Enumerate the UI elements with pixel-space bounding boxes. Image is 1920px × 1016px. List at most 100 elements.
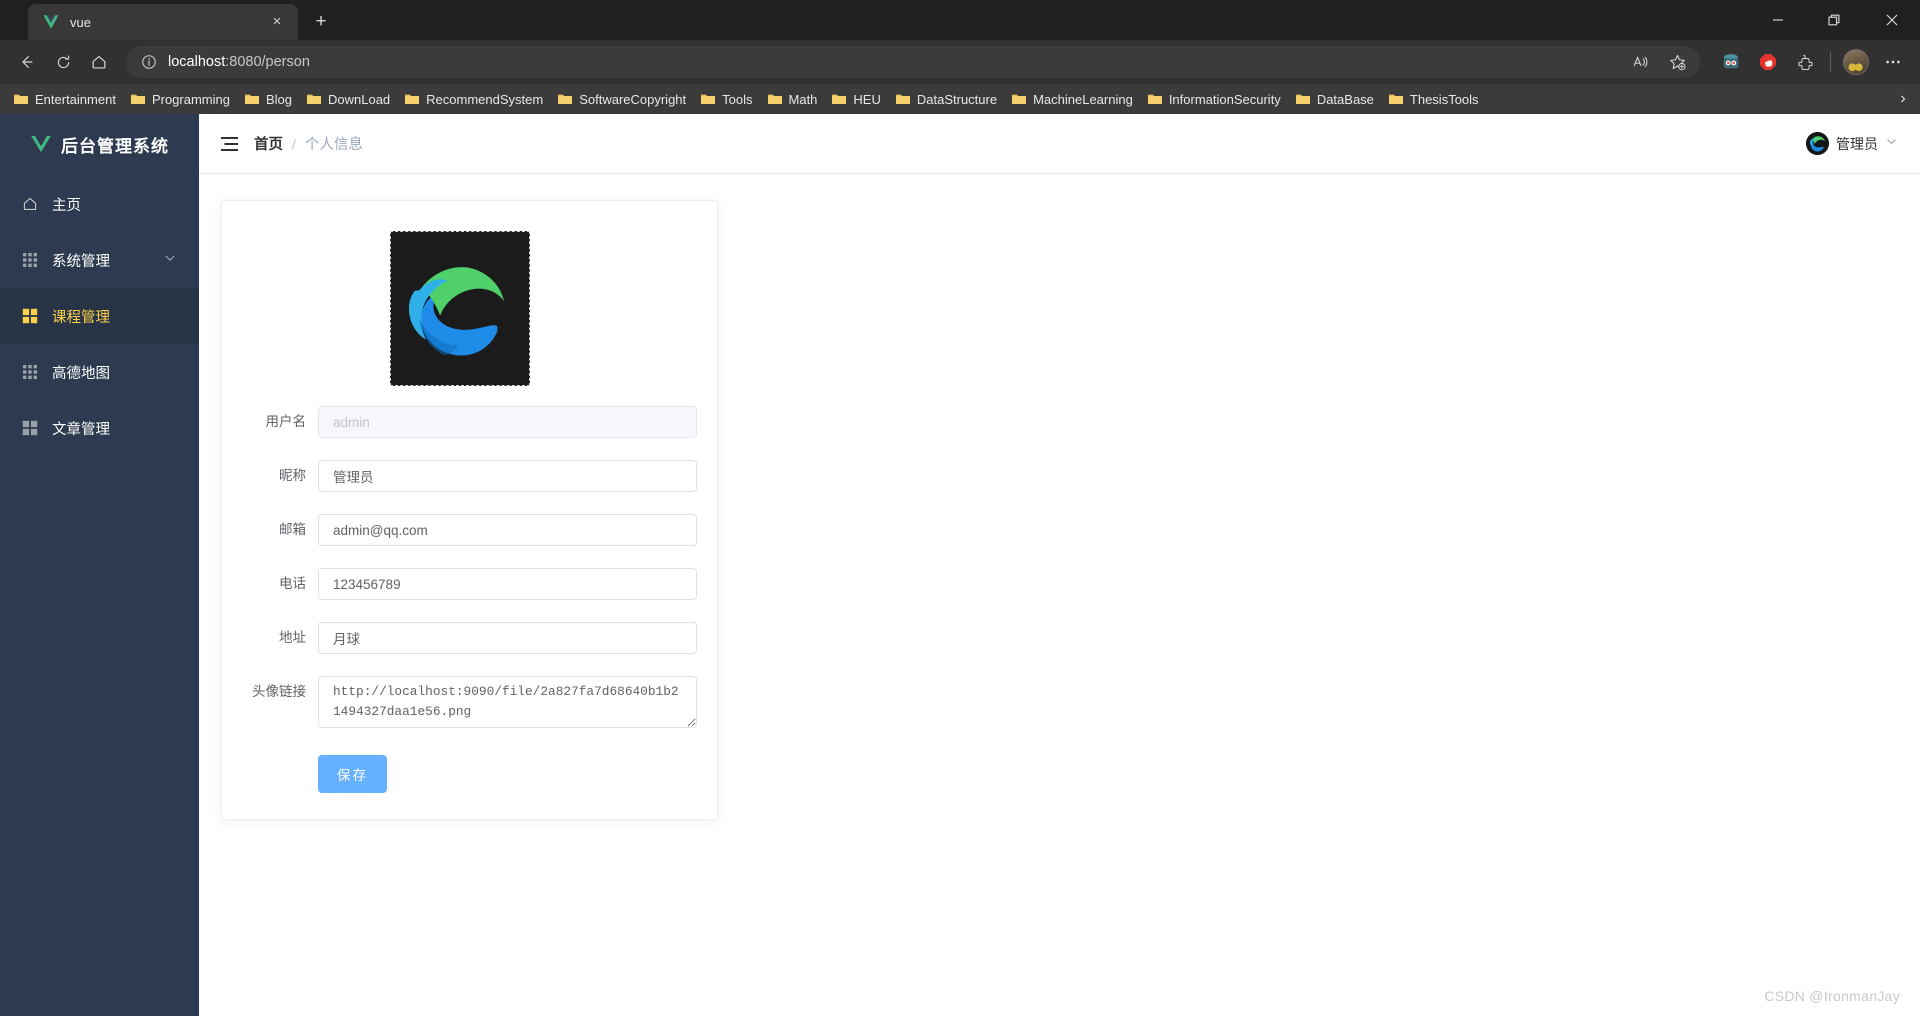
bookmarks-overflow-chevron-icon[interactable]: › bbox=[1890, 84, 1916, 114]
profile-avatar[interactable] bbox=[1839, 45, 1873, 79]
back-arrow-icon[interactable] bbox=[10, 45, 44, 79]
avatar-url-textarea[interactable] bbox=[318, 676, 697, 728]
breadcrumb-separator: / bbox=[292, 135, 296, 152]
bookmark-item[interactable]: DataStructure bbox=[888, 88, 1004, 110]
minimize-icon[interactable] bbox=[1749, 0, 1806, 40]
app-logo-text: 后台管理系统 bbox=[61, 136, 169, 156]
folder-icon bbox=[1011, 91, 1027, 107]
bookmark-label: ThesisTools bbox=[1409, 91, 1479, 107]
bookmark-item[interactable]: HEU bbox=[824, 88, 887, 110]
bookmark-item[interactable]: Blog bbox=[237, 88, 299, 110]
folder-icon bbox=[895, 91, 911, 107]
bookmark-item[interactable]: ThesisTools bbox=[1381, 88, 1486, 110]
email-input[interactable] bbox=[318, 514, 697, 546]
vue-logo-icon bbox=[42, 13, 60, 31]
avatar-preview-image bbox=[389, 231, 530, 386]
bookmark-item[interactable]: RecommendSystem bbox=[397, 88, 550, 110]
bookmark-item[interactable]: Tools bbox=[693, 88, 759, 110]
address-input[interactable] bbox=[318, 622, 697, 654]
sidebar-item-amap[interactable]: 高德地图 bbox=[0, 344, 199, 400]
folder-icon bbox=[130, 91, 146, 107]
address-bar[interactable]: localhost:8080/person bbox=[126, 46, 1700, 78]
nickname-input[interactable] bbox=[318, 460, 697, 492]
hamburger-menu-icon[interactable] bbox=[221, 136, 238, 151]
address-bar-url: localhost:8080/person bbox=[168, 54, 310, 70]
folder-icon bbox=[767, 91, 783, 107]
folder-icon bbox=[13, 91, 29, 107]
bookmark-label: DownLoad bbox=[328, 91, 391, 107]
sidebar-item-home[interactable]: 主页 bbox=[0, 176, 199, 232]
avatar-preview-wrap bbox=[222, 227, 697, 406]
sidebar-item-label: 课程管理 bbox=[52, 309, 110, 326]
app-logo: 后台管理系统 bbox=[0, 114, 199, 174]
close-icon[interactable]: × bbox=[266, 11, 288, 33]
sidebar-item-label: 高德地图 bbox=[52, 365, 110, 382]
more-menu-icon[interactable] bbox=[1876, 45, 1910, 79]
bookmarks-bar: Entertainment Programming Blog DownLoad … bbox=[0, 84, 1920, 114]
folder-icon bbox=[557, 91, 573, 107]
sidebar-item-course-management[interactable]: 课程管理 bbox=[0, 288, 199, 344]
folder-icon bbox=[404, 91, 420, 107]
squares-icon bbox=[22, 308, 38, 324]
bookmark-item[interactable]: DownLoad bbox=[299, 88, 397, 110]
bookmark-label: Tools bbox=[722, 91, 753, 107]
folder-icon bbox=[831, 91, 847, 107]
bookmark-label: RecommendSystem bbox=[426, 91, 544, 107]
field-label: 电话 bbox=[279, 576, 306, 591]
restore-icon[interactable] bbox=[1806, 0, 1863, 40]
adblock-icon[interactable] bbox=[1751, 45, 1785, 79]
grid-icon bbox=[22, 252, 38, 268]
bookmark-item[interactable]: SoftwareCopyright bbox=[550, 88, 693, 110]
bookmark-item[interactable]: MachineLearning bbox=[1004, 88, 1140, 110]
folder-icon bbox=[1147, 91, 1163, 107]
vue-logo-icon bbox=[30, 135, 52, 153]
bookmark-label: HEU bbox=[853, 91, 881, 107]
sidebar-item-label: 系统管理 bbox=[52, 253, 110, 270]
reload-icon[interactable] bbox=[46, 45, 80, 79]
browser-toolbar-right bbox=[1710, 45, 1910, 79]
profile-form-card: 用户名 昵称 邮箱 bbox=[221, 200, 718, 820]
home-outline-icon bbox=[22, 196, 38, 212]
sidebar-item-article-management[interactable]: 文章管理 bbox=[0, 400, 199, 456]
browser-tab[interactable]: vue × bbox=[28, 4, 298, 40]
chevron-down-icon bbox=[163, 251, 177, 269]
chevron-down-icon[interactable] bbox=[1885, 135, 1898, 153]
save-button[interactable]: 保存 bbox=[318, 755, 387, 793]
form-row-nickname: 昵称 bbox=[222, 460, 697, 492]
csdn-watermark: CSDN @IronmanJay bbox=[1764, 988, 1900, 1004]
close-icon[interactable] bbox=[1863, 0, 1920, 40]
field-label: 用户名 bbox=[265, 414, 307, 429]
form-row-avatar-url: 头像链接 bbox=[222, 676, 697, 733]
bookmark-label: SoftwareCopyright bbox=[579, 91, 687, 107]
url-path: :8080/person bbox=[225, 54, 310, 70]
bookmark-item[interactable]: DataBase bbox=[1288, 88, 1381, 110]
bookmark-item[interactable]: Entertainment bbox=[6, 88, 123, 110]
breadcrumb-home[interactable]: 首页 bbox=[254, 133, 283, 154]
avatar bbox=[1806, 132, 1829, 155]
phone-input[interactable] bbox=[318, 568, 697, 600]
window-controls bbox=[1749, 0, 1920, 40]
bookmark-item[interactable]: InformationSecurity bbox=[1140, 88, 1288, 110]
bookmark-item[interactable]: Math bbox=[760, 88, 825, 110]
bot-extension-icon[interactable] bbox=[1714, 45, 1748, 79]
sidebar-item-system-management[interactable]: 系统管理 bbox=[0, 232, 199, 288]
tab-title: vue bbox=[70, 14, 91, 30]
app-sidebar: 后台管理系统 主页 系统管理 课程管理 高德地图 文章管理 bbox=[0, 114, 199, 1016]
field-label: 头像链接 bbox=[252, 684, 306, 699]
browser-navbar: localhost:8080/person bbox=[0, 40, 1920, 84]
site-info-icon[interactable] bbox=[138, 51, 160, 73]
extensions-puzzle-icon[interactable] bbox=[1788, 45, 1822, 79]
grid-icon bbox=[22, 364, 38, 380]
home-icon[interactable] bbox=[82, 45, 116, 79]
star-plus-icon[interactable] bbox=[1660, 45, 1694, 79]
url-host: localhost bbox=[168, 54, 226, 70]
folder-icon bbox=[244, 91, 260, 107]
bookmark-item[interactable]: Programming bbox=[123, 88, 237, 110]
read-aloud-icon[interactable] bbox=[1624, 45, 1658, 79]
toolbar-divider bbox=[1830, 52, 1831, 72]
topbar-user-area[interactable]: 管理员 bbox=[1806, 132, 1898, 155]
folder-icon bbox=[1388, 91, 1404, 107]
new-tab-button[interactable]: + bbox=[306, 7, 336, 37]
sidebar-menu: 主页 系统管理 课程管理 高德地图 文章管理 bbox=[0, 174, 199, 456]
folder-icon bbox=[1295, 91, 1311, 107]
